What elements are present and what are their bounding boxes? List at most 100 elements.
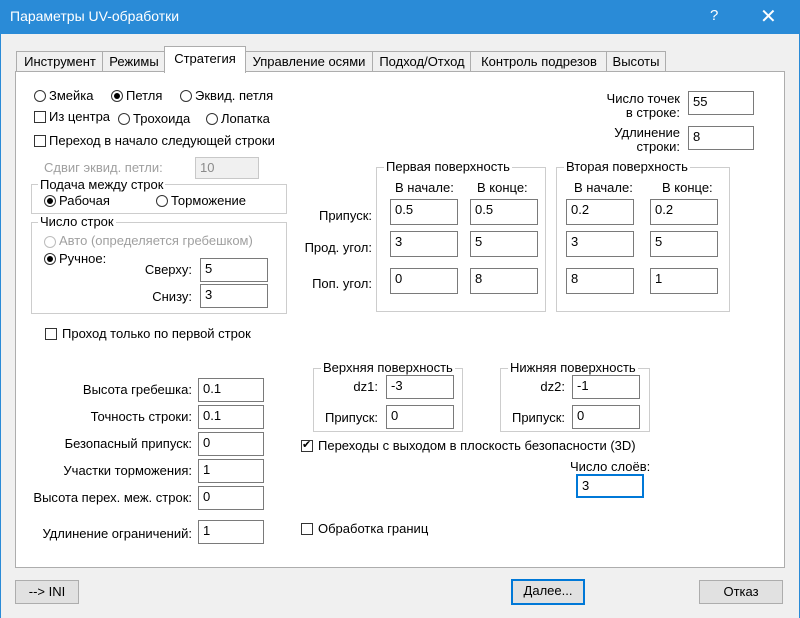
bottom-rows-input[interactable]: 3 <box>200 284 268 308</box>
first-tilt-end-input[interactable]: 8 <box>470 268 538 294</box>
tab-axis-control[interactable]: Управление осями <box>244 51 374 72</box>
label-points-line1: Число точек <box>606 91 680 106</box>
second-lead-end-input[interactable]: 5 <box>650 231 718 257</box>
row-tolerance-input[interactable]: 0.1 <box>198 405 264 429</box>
label-dz2: dz2: <box>540 379 565 394</box>
label-allowance: Припуск: <box>318 208 372 223</box>
label-first-row-only: Проход только по первой строк <box>62 326 251 341</box>
label-dz1: dz1: <box>353 379 378 394</box>
label-rows-auto: Авто (определяется гребешком) <box>59 233 253 248</box>
checkbox-first-row-only[interactable] <box>45 328 57 340</box>
label-edge-processing: Обработка границ <box>318 521 429 536</box>
braking-segments-input[interactable]: 1 <box>198 459 264 483</box>
radio-feed-working[interactable] <box>44 195 56 207</box>
top-rows-input[interactable]: 5 <box>200 258 268 282</box>
label-loop: Петля <box>126 88 163 103</box>
radio-feed-braking[interactable] <box>156 195 168 207</box>
label-row-tolerance: Точность строки: <box>90 409 192 424</box>
tab-modes[interactable]: Режимы <box>102 51 166 72</box>
layers-input[interactable]: 3 <box>576 474 644 498</box>
radio-rows-manual[interactable] <box>44 253 56 265</box>
upper-surface-title: Верхняя поверхность <box>321 360 455 375</box>
tab-approach[interactable]: Подход/Отход <box>372 51 472 72</box>
label-feed-working: Рабочая <box>59 193 110 208</box>
radio-loop[interactable] <box>111 90 123 102</box>
first-col-end: В конце: <box>477 180 528 195</box>
radio-rows-auto[interactable] <box>44 236 56 248</box>
label-extension-line1: Удлинение <box>614 125 680 140</box>
dz2-input[interactable]: -1 <box>572 375 640 399</box>
first-tilt-start-input[interactable]: 0 <box>390 268 458 294</box>
row-extension-input[interactable]: 8 <box>688 126 754 150</box>
label-lead-angle: Прод. угол: <box>304 240 372 255</box>
feed-group-title: Подача между строк <box>38 177 166 192</box>
label-offset-loop: Сдвиг эквид. петли: <box>44 160 163 175</box>
second-allowance-start-input[interactable]: 0.2 <box>566 199 634 225</box>
label-points-line2: в строке: <box>625 105 680 120</box>
label-limit-extension: Удлинение ограничений: <box>42 526 192 541</box>
close-icon[interactable]: ✕ <box>760 4 777 29</box>
label-bottom: Снизу: <box>152 289 192 304</box>
lower-allowance-input[interactable]: 0 <box>572 405 640 429</box>
first-surface-title: Первая поверхность <box>384 159 512 174</box>
label-scallop-height: Высота гребешка: <box>82 382 192 397</box>
first-allowance-end-input[interactable]: 0.5 <box>470 199 538 225</box>
title-bar: Параметры UV-обработки ? ✕ <box>0 0 800 34</box>
label-goto-next-row: Переход в начало следующей строки <box>49 133 275 148</box>
scallop-height-input[interactable]: 0.1 <box>198 378 264 402</box>
rows-group-title: Число строк <box>38 214 116 229</box>
label-layers: Число слоёв: <box>570 459 651 474</box>
radio-paddle[interactable] <box>206 113 218 125</box>
upper-allowance-input[interactable]: 0 <box>386 405 454 429</box>
next-button[interactable]: Далее... <box>511 579 585 605</box>
label-top: Сверху: <box>144 262 192 277</box>
second-allowance-end-input[interactable]: 0.2 <box>650 199 718 225</box>
tab-heights[interactable]: Высоты <box>606 51 666 72</box>
label-from-center: Из центра <box>49 109 111 124</box>
label-lower-allowance: Припуск: <box>511 410 565 425</box>
second-col-start: В начале: <box>574 180 633 195</box>
dz1-input[interactable]: -3 <box>386 375 454 399</box>
label-tilt-angle: Поп. угол: <box>312 276 372 291</box>
label-braking-segments: Участки торможения: <box>63 463 192 478</box>
ini-button[interactable]: --> INI <box>15 580 79 604</box>
label-upper-allowance: Припуск: <box>324 410 378 425</box>
transition-height-input[interactable]: 0 <box>198 486 264 510</box>
tab-tool[interactable]: Инструмент <box>16 51 104 72</box>
help-button[interactable]: ? <box>710 7 718 24</box>
label-safe-plane-transitions: Переходы с выходом в плоскость безопасно… <box>318 438 636 453</box>
tab-strategy[interactable]: Стратегия <box>164 46 246 73</box>
checkbox-edge-processing[interactable] <box>301 523 313 535</box>
second-lead-start-input[interactable]: 3 <box>566 231 634 257</box>
radio-equid-loop[interactable] <box>180 90 192 102</box>
first-col-start: В начале: <box>395 180 454 195</box>
radio-zigzag[interactable] <box>34 90 46 102</box>
checkbox-safe-plane-transitions[interactable] <box>301 438 313 452</box>
first-lead-end-input[interactable]: 5 <box>470 231 538 257</box>
tab-gouge-check[interactable]: Контроль подрезов <box>470 51 608 72</box>
lower-surface-title: Нижняя поверхность <box>508 360 638 375</box>
second-col-end: В конце: <box>662 180 713 195</box>
cancel-button[interactable]: Отказ <box>699 580 783 604</box>
label-safe-allowance: Безопасный припуск: <box>64 436 192 451</box>
offset-loop-input[interactable]: 10 <box>195 157 259 179</box>
first-allowance-start-input[interactable]: 0.5 <box>390 199 458 225</box>
checkbox-goto-next-row[interactable] <box>34 135 46 147</box>
limit-extension-input[interactable]: 1 <box>198 520 264 544</box>
first-lead-start-input[interactable]: 3 <box>390 231 458 257</box>
checkbox-from-center[interactable] <box>34 111 46 123</box>
label-equid-loop: Эквид. петля <box>195 88 274 103</box>
label-feed-braking: Торможение <box>171 193 247 208</box>
label-extension-line2: строки: <box>636 139 680 154</box>
radio-trochoid[interactable] <box>118 113 130 125</box>
points-in-row-input[interactable]: 55 <box>688 91 754 115</box>
second-tilt-end-input[interactable]: 1 <box>650 268 718 294</box>
second-tilt-start-input[interactable]: 8 <box>566 268 634 294</box>
label-transition-height: Высота перех. меж. строк: <box>33 490 192 505</box>
safe-allowance-input[interactable]: 0 <box>198 432 264 456</box>
label-zigzag: Змейка <box>49 88 94 103</box>
label-trochoid: Трохоида <box>133 111 191 126</box>
label-paddle: Лопатка <box>221 111 270 126</box>
second-surface-title: Вторая поверхность <box>564 159 690 174</box>
window-title: Параметры UV-обработки <box>10 8 180 24</box>
